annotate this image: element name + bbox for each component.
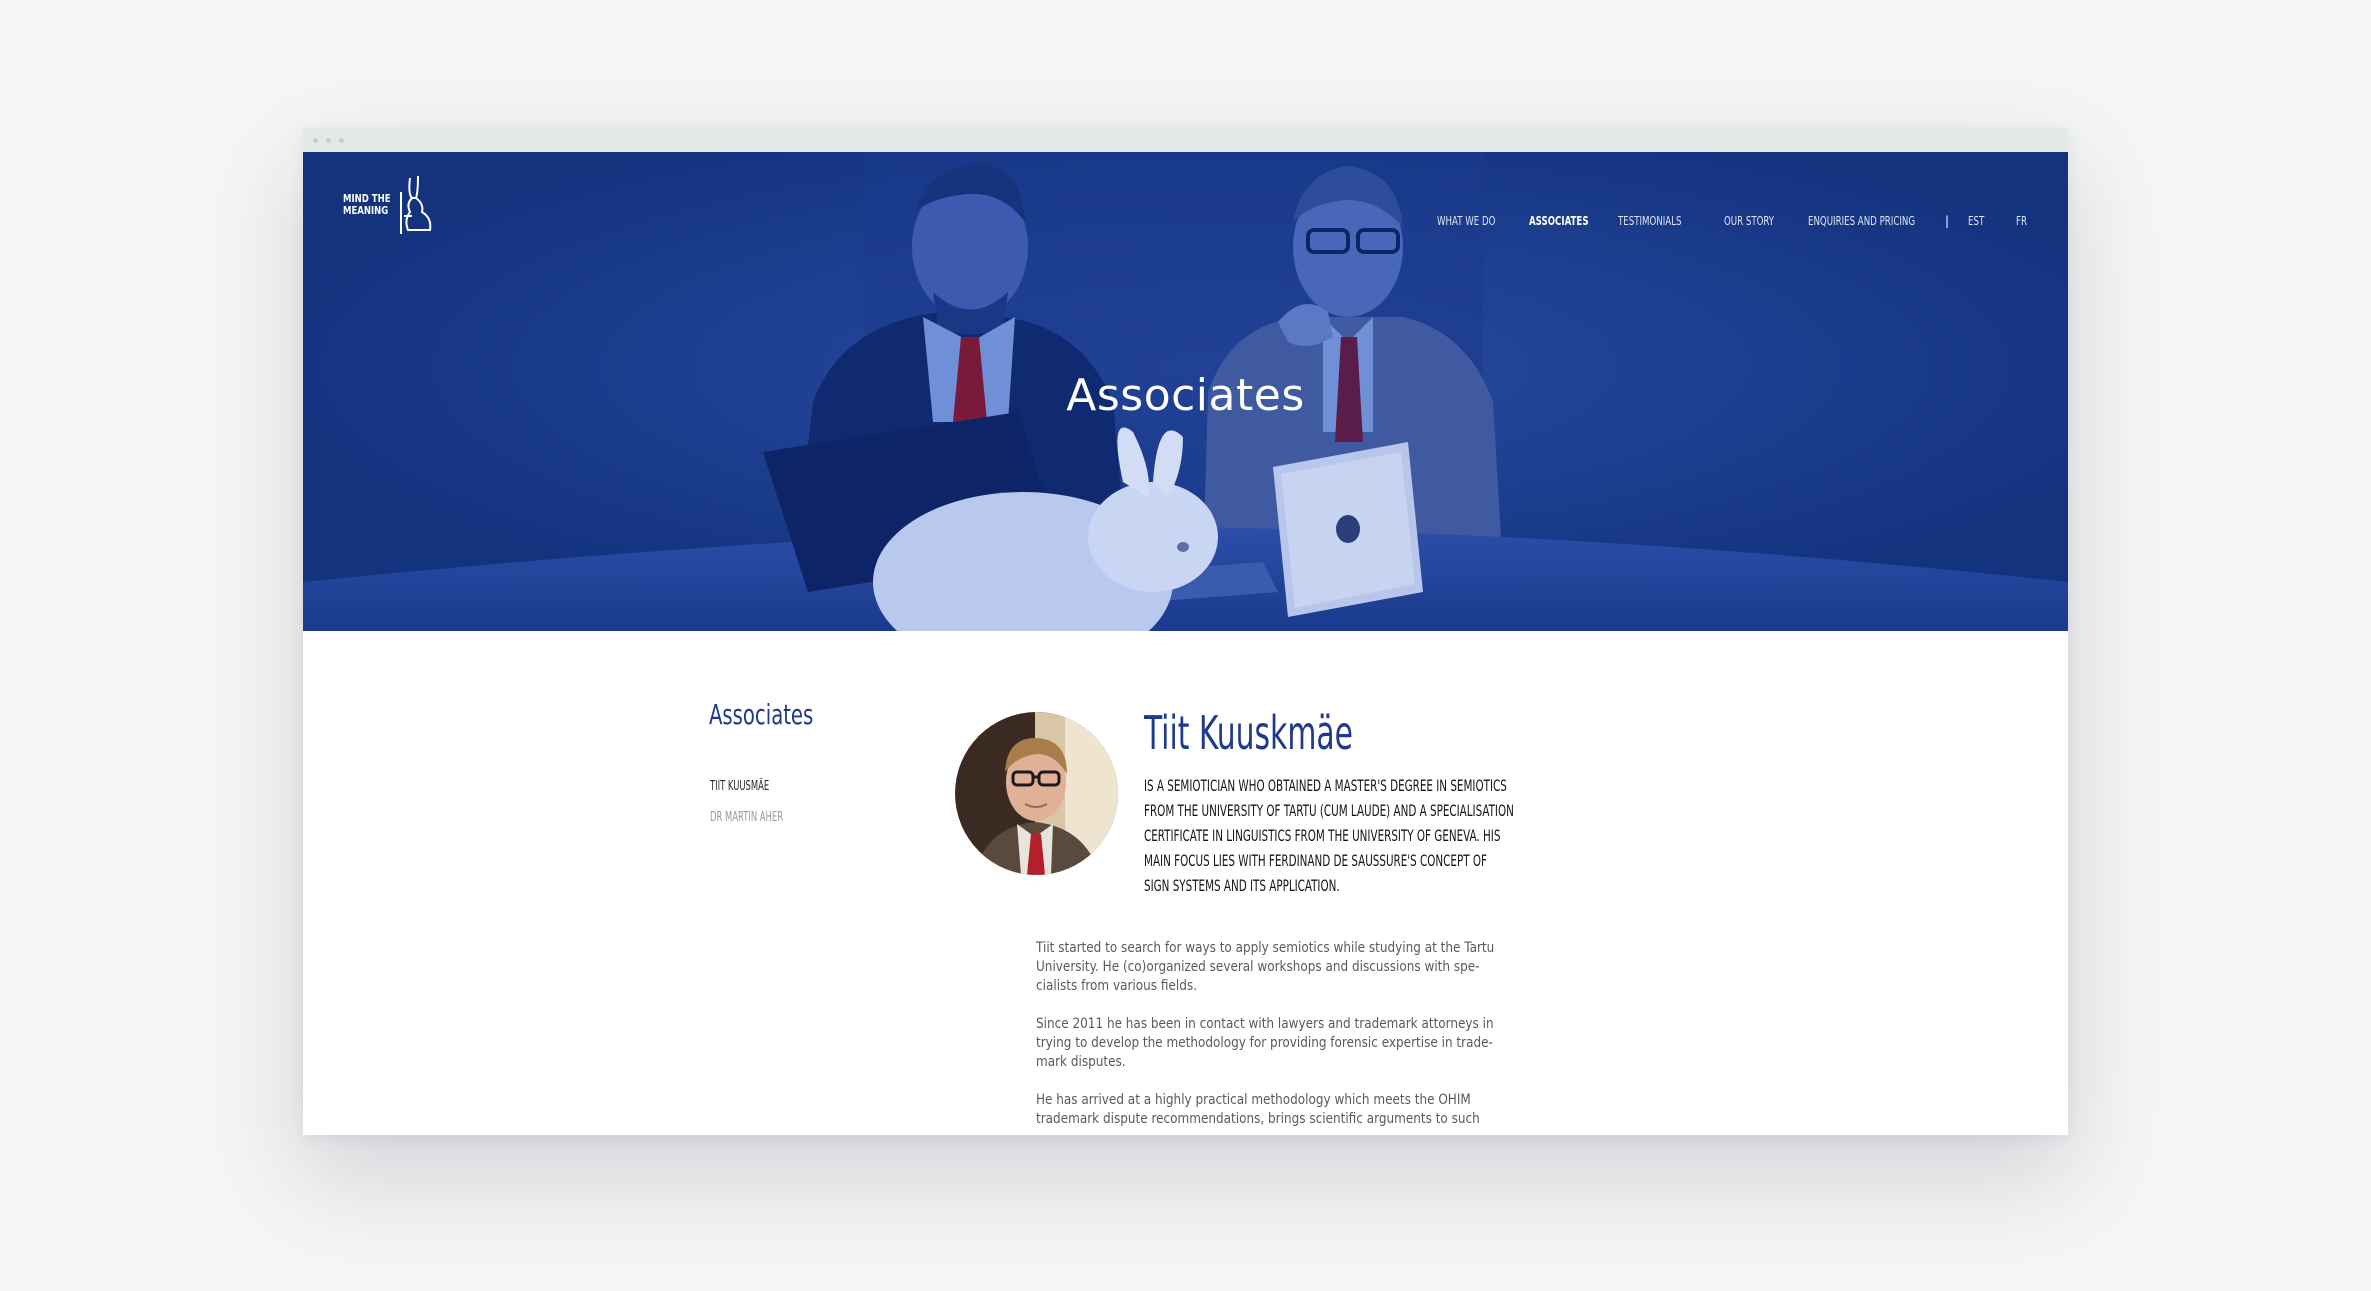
profile-intro: IS A SEMIOTICIAN WHO OBTAINED A MASTER'S… bbox=[1144, 773, 1547, 898]
nav-associates[interactable]: ASSOCIATES bbox=[1529, 214, 1589, 228]
bio-line: University. He (co)organized several wor… bbox=[1036, 959, 1480, 975]
nav-separator: | bbox=[1945, 214, 1950, 228]
bio-line: trademark dispute recommendations, bring… bbox=[1036, 1111, 1480, 1127]
bio-paragraph: Tiit started to search for ways to apply… bbox=[1036, 939, 1495, 996]
sidebar-item-tiit-kuusmae[interactable]: TIIT KUUSMÄE bbox=[710, 779, 769, 794]
profile-bio: Tiit started to search for ways to apply… bbox=[1036, 939, 1495, 1135]
bio-line: mark disputes. bbox=[1036, 1054, 1126, 1070]
profile-name: Tiit Kuuskmäe bbox=[1144, 706, 1353, 760]
sidebar-item-martin-aher[interactable]: DR MARTIN AHER bbox=[710, 810, 783, 825]
bio-line: Tiit started to search for ways to apply… bbox=[1036, 940, 1495, 956]
bio-paragraph: Since 2011 he has been in contact with l… bbox=[1036, 1015, 1494, 1072]
sidebar-title: Associates bbox=[709, 698, 814, 731]
window-dot-icon bbox=[313, 138, 318, 143]
lang-fr[interactable]: FR bbox=[2016, 214, 2027, 228]
nav-enquiries-and-pricing[interactable]: ENQUIRIES AND PRICING bbox=[1808, 214, 1915, 228]
avatar bbox=[955, 712, 1118, 875]
bio-line: trying to develop the methodology for pr… bbox=[1036, 1035, 1493, 1051]
intro-line: CERTIFICATE IN LINGUISTICS FROM THE UNIV… bbox=[1144, 826, 1501, 845]
nav-testimonials[interactable]: TESTIMONIALS bbox=[1618, 214, 1681, 228]
nav-what-we-do[interactable]: WHAT WE DO bbox=[1437, 214, 1495, 228]
hero-banner: MIND THE MEANING WHAT WE DO ASSOCIATES T… bbox=[303, 152, 2068, 631]
window-dot-icon bbox=[326, 138, 331, 143]
hero-title: Associates bbox=[1066, 370, 1305, 421]
intro-line: SIGN SYSTEMS AND ITS APPLICATION. bbox=[1144, 876, 1340, 895]
browser-chrome bbox=[303, 128, 2068, 152]
window-dot-icon bbox=[339, 138, 344, 143]
portrait-photo bbox=[955, 712, 1118, 875]
intro-line: MAIN FOCUS LIES WITH FERDINAND DE SAUSSU… bbox=[1144, 851, 1487, 870]
lang-est[interactable]: EST bbox=[1968, 214, 1984, 228]
bio-line: Since 2011 he has been in contact with l… bbox=[1036, 1016, 1494, 1032]
intro-line: FROM THE UNIVERSITY OF TARTU (CUM LAUDE)… bbox=[1144, 801, 1514, 820]
bio-paragraph: He has arrived at a highly practical met… bbox=[1036, 1091, 1483, 1129]
intro-line: IS A SEMIOTICIAN WHO OBTAINED A MASTER'S… bbox=[1144, 776, 1507, 795]
bio-line: He has arrived at a highly practical met… bbox=[1036, 1092, 1471, 1108]
bio-line: cialists from various fields. bbox=[1036, 978, 1197, 994]
browser-window: MIND THE MEANING WHAT WE DO ASSOCIATES T… bbox=[303, 128, 2068, 1135]
nav-our-story[interactable]: OUR STORY bbox=[1724, 214, 1774, 228]
main-nav: WHAT WE DO ASSOCIATES TESTIMONIALS OUR S… bbox=[303, 214, 2068, 234]
